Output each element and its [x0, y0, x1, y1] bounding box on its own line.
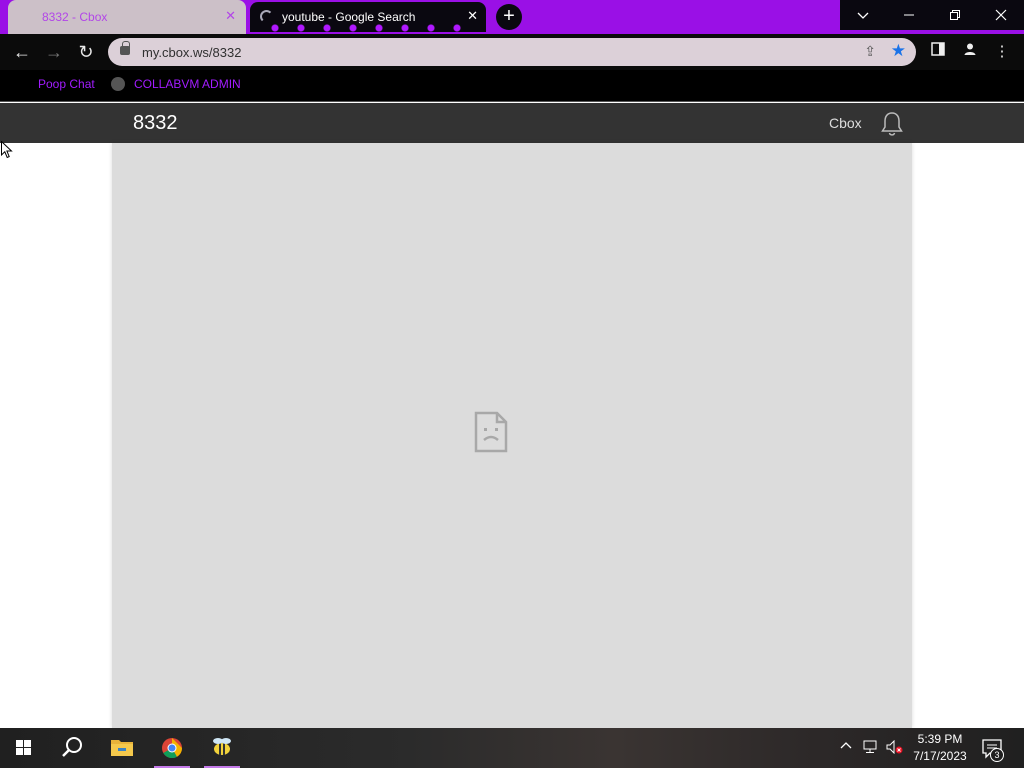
close-icon[interactable]: [978, 0, 1024, 30]
network-icon[interactable]: [863, 740, 879, 757]
tab-cbox[interactable]: 8332 - Cbox ✕: [8, 0, 246, 34]
address-bar[interactable]: my.cbox.ws/8332 ⇪ ★: [108, 38, 916, 66]
bookmark-poop-chat[interactable]: Poop Chat: [38, 77, 95, 91]
bee-app-icon[interactable]: [198, 728, 246, 768]
chat-frame: [112, 143, 912, 728]
taskbar: 5:39 PM 7/17/2023 3: [0, 728, 1024, 768]
tab-strip: 8332 - Cbox ✕ youtube - Google Search ✕ …: [0, 0, 1024, 34]
sad-page-icon: [474, 411, 508, 453]
reload-icon[interactable]: ↻: [74, 40, 98, 64]
bookmark-star-icon[interactable]: ★: [891, 41, 906, 61]
browser-window: 8332 - Cbox ✕ youtube - Google Search ✕ …: [0, 0, 1024, 728]
menu-kebab-icon[interactable]: ⋮: [992, 42, 1012, 62]
close-tab-icon[interactable]: ✕: [467, 8, 478, 24]
taskbar-clock[interactable]: 5:39 PM 7/17/2023: [905, 731, 975, 765]
site-header: 8332 Cbox: [0, 103, 1024, 143]
page-title: 8332: [133, 112, 178, 134]
tab-loading-decoration: [262, 24, 472, 32]
cbox-link[interactable]: Cbox: [829, 115, 862, 131]
loading-spinner-icon: [260, 10, 273, 23]
bookmark-collabvm-admin[interactable]: COLLABVM ADMIN: [134, 77, 241, 91]
browser-toolbar: ← → ↻ my.cbox.ws/8332 ⇪ ★ ⋮: [0, 34, 1024, 70]
file-explorer-icon[interactable]: [98, 728, 146, 768]
globe-icon: [111, 77, 125, 91]
notification-count-badge: 3: [990, 748, 1004, 762]
forward-arrow-icon[interactable]: →: [42, 40, 66, 64]
back-arrow-icon[interactable]: ←: [10, 40, 34, 64]
bell-icon[interactable]: [880, 111, 904, 137]
tab-title: 8332 - Cbox: [42, 10, 108, 24]
tab-title: youtube - Google Search: [282, 10, 416, 24]
tab-search-chevron-icon[interactable]: [840, 0, 886, 30]
clock-time: 5:39 PM: [917, 732, 963, 746]
mouse-cursor-icon: [1, 141, 13, 159]
chrome-icon[interactable]: [148, 728, 196, 768]
clock-date: 7/17/2023: [913, 749, 967, 763]
side-panel-icon[interactable]: [928, 42, 948, 62]
show-hidden-icons-chevron-icon[interactable]: [840, 740, 852, 755]
volume-muted-icon[interactable]: [886, 739, 904, 757]
share-icon[interactable]: ⇪: [864, 43, 876, 60]
search-icon[interactable]: [48, 728, 96, 768]
minimize-icon[interactable]: [886, 0, 932, 30]
url-text[interactable]: my.cbox.ws/8332: [142, 45, 241, 60]
windows-start-icon[interactable]: [0, 728, 48, 768]
lock-icon[interactable]: [120, 41, 130, 55]
restore-icon[interactable]: [932, 0, 978, 30]
profile-icon[interactable]: [960, 42, 980, 62]
close-tab-icon[interactable]: ✕: [225, 8, 236, 24]
plus-icon[interactable]: +: [496, 4, 522, 30]
bookmarks-bar: Poop Chat COLLABVM ADMIN: [0, 70, 1024, 102]
